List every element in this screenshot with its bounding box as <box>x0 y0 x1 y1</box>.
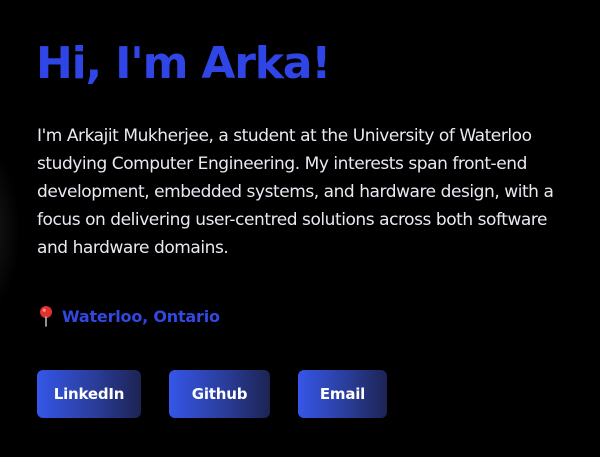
location: Waterloo, Ontario <box>37 304 220 328</box>
email-button[interactable]: Email <box>298 370 387 418</box>
map-pin-icon <box>37 305 55 327</box>
page-title: Hi, I'm Arka! <box>36 38 331 89</box>
background-glow <box>0 150 20 310</box>
bio-paragraph: I'm Arkajit Mukherjee, a student at the … <box>37 126 554 258</box>
linkedin-button[interactable]: LinkedIn <box>37 370 141 418</box>
location-text: Waterloo, Ontario <box>62 306 220 326</box>
github-button[interactable]: Github <box>169 370 270 418</box>
profile-page: Hi, I'm Arka! I'm Arkajit Mukherjee, a s… <box>0 0 600 457</box>
